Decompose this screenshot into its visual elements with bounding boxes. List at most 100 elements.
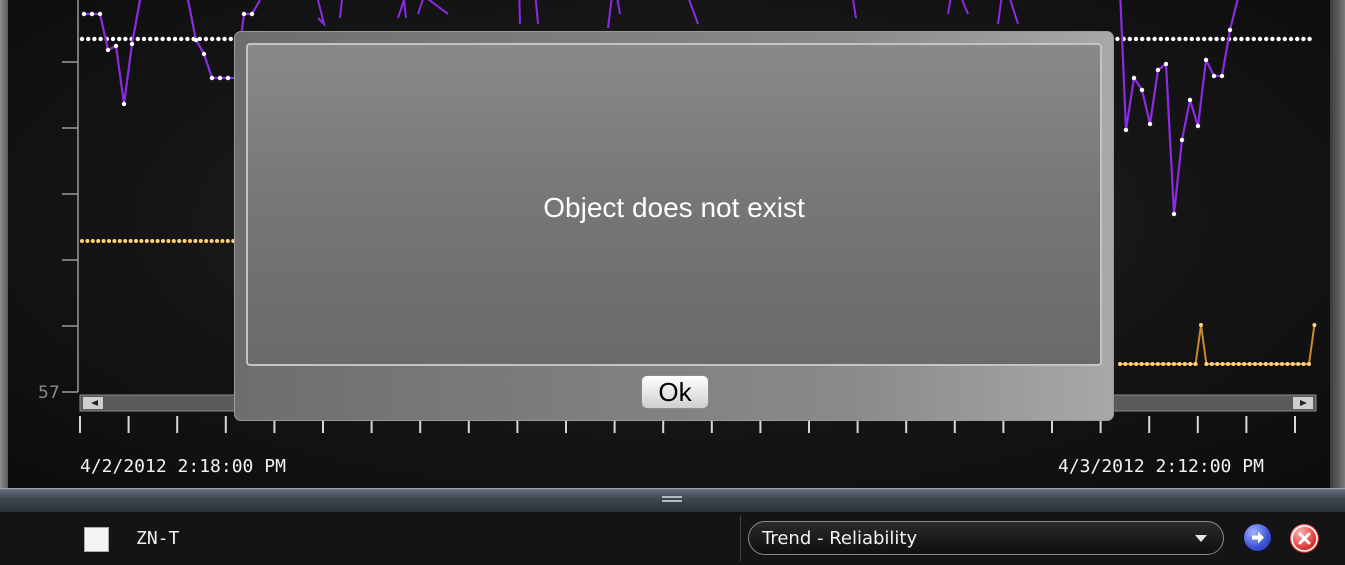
orange-series-point <box>1118 362 1122 366</box>
orange-series-point <box>1161 362 1166 366</box>
white-series-point <box>1245 36 1250 42</box>
white-series-point <box>1251 36 1257 42</box>
purple-series-point <box>81 11 87 17</box>
orange-series-point <box>1128 362 1133 366</box>
yellow-series-point <box>117 239 122 243</box>
purple-series-point <box>217 75 223 81</box>
white-series-point <box>1307 36 1312 42</box>
white-series-point <box>203 36 209 42</box>
remove-button[interactable] <box>1290 524 1319 553</box>
x-start-label: 4/2/2012 2:18:00 PM <box>80 456 286 477</box>
yellow-series-point <box>85 239 90 243</box>
purple-series-point <box>1123 127 1129 133</box>
purple-peak-3 <box>417 0 449 15</box>
left-frame-border <box>0 0 8 512</box>
orange-series-point <box>1280 362 1284 366</box>
series-visible-checkbox[interactable] <box>84 527 109 552</box>
yellow-series-point <box>182 239 187 243</box>
splitter-grip-icon[interactable] <box>662 496 682 504</box>
purple-series-point <box>105 47 111 53</box>
x-end-label: 4/3/2012 2:12:00 PM <box>1058 456 1264 477</box>
white-series-point <box>185 36 190 42</box>
orange-series-point <box>1258 362 1263 366</box>
purple-series-point <box>97 11 103 17</box>
dialog-message: Object does not exist <box>543 192 805 223</box>
white-series-point <box>172 36 178 42</box>
purple-series-line-right <box>1119 0 1239 215</box>
trend-view-select[interactable]: Trend - Reliability <box>748 521 1224 555</box>
yellow-series-point <box>209 239 214 243</box>
white-series-point <box>1133 36 1139 42</box>
yellow-series-point <box>220 239 225 243</box>
chevron-down-icon[interactable] <box>1195 535 1207 542</box>
yellow-series-point <box>90 239 95 243</box>
purple-peak-6 <box>607 0 621 29</box>
yellow-series-point <box>101 239 106 243</box>
orange-series-point <box>1182 362 1187 366</box>
orange-series-point <box>1150 362 1155 366</box>
yellow-series-point <box>128 239 133 243</box>
orange-series-point <box>1242 362 1247 366</box>
panel-splitter[interactable] <box>0 488 1345 513</box>
white-series-point <box>1276 36 1281 42</box>
bar-divider <box>740 516 741 561</box>
purple-peak-4 <box>513 0 521 25</box>
white-series-point <box>210 36 215 42</box>
yellow-series-point <box>166 239 171 243</box>
orange-series-line <box>1120 324 1316 365</box>
orange-series-point <box>1123 362 1128 366</box>
yellow-series-point <box>123 239 128 243</box>
yellow-series-point <box>96 239 101 243</box>
purple-series-point <box>1139 87 1145 93</box>
white-series-point <box>123 36 128 42</box>
purple-series-point <box>1179 137 1185 143</box>
orange-series-point <box>1172 362 1176 366</box>
white-series-point <box>1183 36 1188 42</box>
orange-series-point <box>1177 362 1182 366</box>
orange-series-point <box>1193 362 1198 366</box>
white-series-point <box>135 36 140 42</box>
ok-button[interactable]: Ok <box>641 375 709 409</box>
yellow-series-point <box>139 239 144 243</box>
yellow-series-point <box>155 239 160 243</box>
yellow-series-point <box>107 239 111 243</box>
purple-series-point <box>113 43 119 49</box>
orange-series-point <box>1247 362 1252 366</box>
purple-series-point <box>1227 27 1233 33</box>
yellow-series-point <box>161 239 165 243</box>
right-frame-border <box>1330 0 1345 512</box>
purple-series-point <box>129 41 135 47</box>
white-series-point <box>1270 36 1275 42</box>
white-series-point <box>1195 36 1201 42</box>
orange-series-point <box>1166 362 1171 366</box>
purple-series-point <box>193 37 199 43</box>
yellow-series-point <box>134 239 138 243</box>
white-series-point <box>216 36 221 42</box>
orange-series-point <box>1204 362 1209 366</box>
white-series-point <box>228 36 233 42</box>
y-tick-label-57: 57 <box>38 383 60 403</box>
orange-series-point <box>1296 362 1301 366</box>
white-series-point <box>92 36 97 42</box>
white-series-point <box>86 36 91 42</box>
yellow-series-point <box>204 239 209 243</box>
purple-peak-2 <box>397 0 407 19</box>
white-series-point <box>1140 36 1145 42</box>
yellow-series-point <box>112 239 117 243</box>
purple-peak-1 <box>338 0 343 19</box>
purple-series-point <box>121 101 127 107</box>
orange-series-point <box>1145 362 1149 366</box>
orange-series-point <box>1285 362 1290 366</box>
orange-series-point <box>1226 362 1230 366</box>
white-series-point <box>166 36 171 42</box>
purple-peak-0 <box>317 0 326 28</box>
orange-series-point <box>1231 362 1236 366</box>
white-series-point <box>1202 36 1207 42</box>
go-button[interactable] <box>1244 524 1271 551</box>
yellow-series-point <box>198 239 203 243</box>
orange-series-point <box>1312 323 1317 327</box>
orange-series-point <box>1155 362 1160 366</box>
white-series-point <box>1171 36 1176 42</box>
purple-series-point <box>1163 61 1169 67</box>
white-series-point <box>1146 36 1151 42</box>
